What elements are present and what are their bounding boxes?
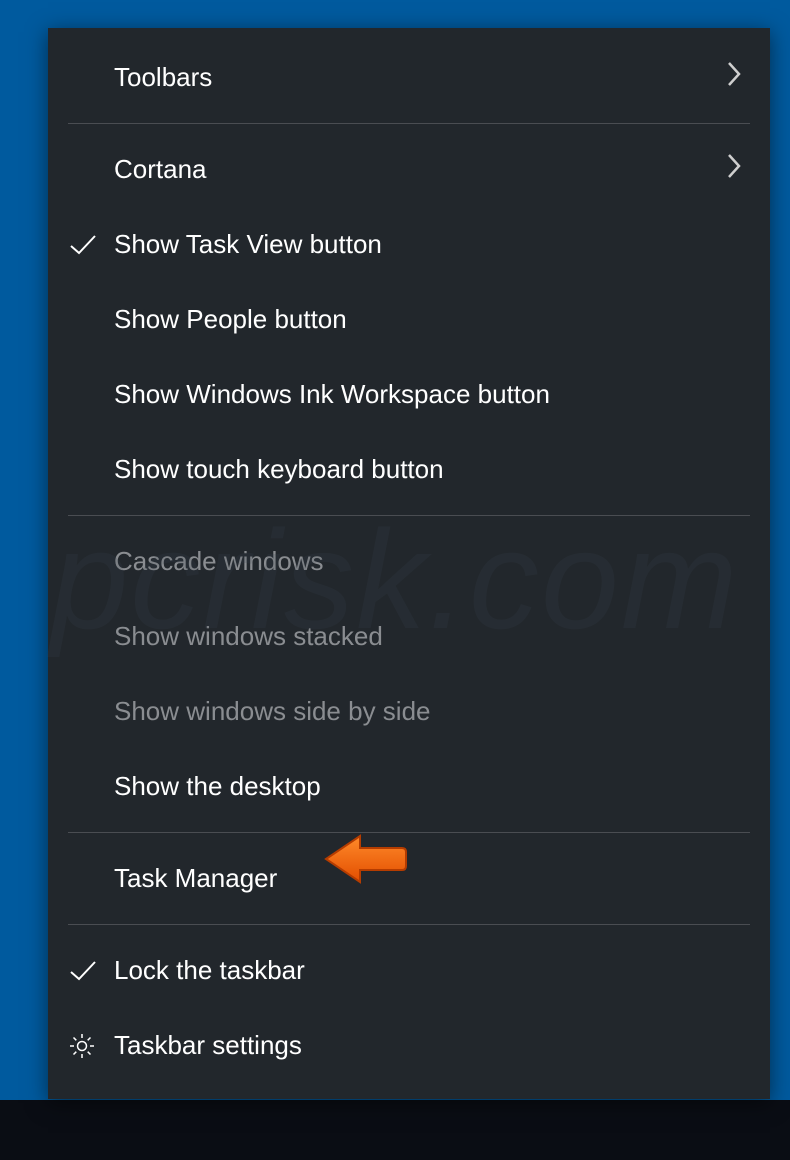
- menu-item-cascade-windows: Cascade windows: [48, 524, 770, 599]
- menu-item-task-manager[interactable]: Task Manager: [48, 841, 770, 916]
- menu-item-toolbars[interactable]: Toolbars: [48, 40, 770, 115]
- menu-item-show-windows-stacked: Show windows stacked: [48, 599, 770, 674]
- menu-item-label: Toolbars: [114, 62, 726, 93]
- menu-item-show-task-view-button[interactable]: Show Task View button: [48, 207, 770, 282]
- menu-item-show-touch-keyboard-button[interactable]: Show touch keyboard button: [48, 432, 770, 507]
- check-icon: [68, 233, 114, 257]
- menu-item-show-windows-side-by-side: Show windows side by side: [48, 674, 770, 749]
- menu-item-label: Show Task View button: [114, 229, 742, 260]
- menu-separator: [68, 832, 750, 833]
- menu-item-label: Task Manager: [114, 863, 742, 894]
- gear-icon: [68, 1032, 114, 1060]
- check-icon: [68, 959, 114, 983]
- menu-item-label: Show the desktop: [114, 771, 742, 802]
- menu-item-lock-the-taskbar[interactable]: Lock the taskbar: [48, 933, 770, 1008]
- menu-item-label: Lock the taskbar: [114, 955, 742, 986]
- menu-separator: [68, 924, 750, 925]
- taskbar-strip: [0, 1100, 790, 1160]
- menu-item-show-windows-ink-workspace-button[interactable]: Show Windows Ink Workspace button: [48, 357, 770, 432]
- menu-separator: [68, 123, 750, 124]
- chevron-right-icon: [726, 152, 742, 187]
- menu-item-show-people-button[interactable]: Show People button: [48, 282, 770, 357]
- menu-item-label: Show windows stacked: [114, 621, 742, 652]
- taskbar-context-menu: Toolbars Cortana Show Task View button Show…: [48, 28, 770, 1099]
- menu-item-label: Cascade windows: [114, 546, 742, 577]
- menu-item-label: Cortana: [114, 154, 726, 185]
- menu-item-label: Show People button: [114, 304, 742, 335]
- menu-item-label: Show windows side by side: [114, 696, 742, 727]
- chevron-right-icon: [726, 60, 742, 95]
- menu-item-label: Taskbar settings: [114, 1030, 742, 1061]
- menu-separator: [68, 515, 750, 516]
- menu-item-show-the-desktop[interactable]: Show the desktop: [48, 749, 770, 824]
- menu-item-cortana[interactable]: Cortana: [48, 132, 770, 207]
- menu-item-label: Show Windows Ink Workspace button: [114, 379, 742, 410]
- menu-item-taskbar-settings[interactable]: Taskbar settings: [48, 1008, 770, 1083]
- menu-item-label: Show touch keyboard button: [114, 454, 742, 485]
